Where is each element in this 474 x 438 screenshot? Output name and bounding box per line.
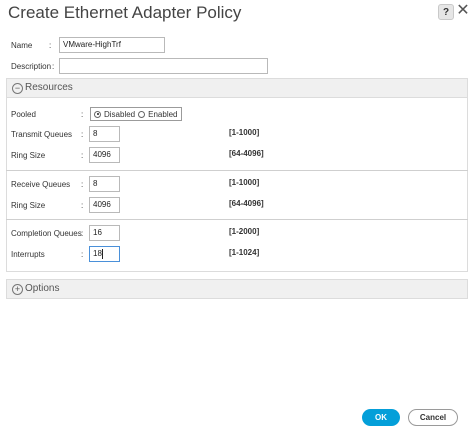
- description-input[interactable]: [59, 58, 268, 74]
- expand-icon: +: [12, 284, 23, 295]
- name-colon: :: [49, 41, 52, 50]
- interrupts-label: Interrupts: [11, 250, 45, 259]
- transmit-queues-input[interactable]: 8: [89, 126, 120, 142]
- description-colon: :: [52, 62, 55, 71]
- transmit-queues-colon: :: [81, 130, 84, 139]
- radio-disabled[interactable]: [94, 110, 101, 118]
- completion-queues-range: [1-2000]: [229, 227, 260, 236]
- pooled-radio-group: Disabled Enabled: [90, 107, 182, 121]
- options-title: Options: [25, 283, 60, 294]
- interrupts-colon: :: [81, 250, 84, 259]
- rx-ring-size-colon: :: [81, 201, 84, 210]
- pooled-label: Pooled: [11, 110, 36, 119]
- text-caret: [101, 248, 103, 259]
- radio-disabled-label[interactable]: Disabled: [104, 110, 135, 119]
- cancel-button[interactable]: Cancel: [408, 409, 458, 426]
- receive-queues-colon: :: [81, 180, 84, 189]
- radio-enabled-label[interactable]: Enabled: [148, 110, 177, 119]
- receive-queues-range: [1-1000]: [229, 178, 260, 187]
- completion-queues-colon: :: [81, 229, 84, 238]
- options-section-header[interactable]: + Options: [6, 279, 468, 299]
- help-icon[interactable]: ?: [438, 4, 454, 20]
- resources-title: Resources: [25, 82, 73, 93]
- transmit-queues-range: [1-1000]: [229, 128, 260, 137]
- rx-ring-size-input[interactable]: 4096: [89, 197, 120, 213]
- rx-ring-size-label: Ring Size: [11, 201, 46, 210]
- close-icon[interactable]: ✕: [456, 3, 470, 19]
- pooled-colon: :: [81, 110, 84, 119]
- tx-ring-size-colon: :: [81, 151, 84, 160]
- tx-ring-size-range: [64-4096]: [229, 149, 264, 158]
- receive-queues-input[interactable]: 8: [89, 176, 120, 192]
- interrupts-range: [1-1024]: [229, 248, 260, 257]
- completion-queues-label: Completion Queues: [11, 229, 82, 238]
- completion-queues-input[interactable]: 16: [89, 225, 120, 241]
- resources-section-header[interactable]: − Resources: [6, 78, 468, 98]
- collapse-icon: −: [12, 83, 23, 94]
- tx-ring-size-input[interactable]: 4096: [89, 147, 120, 163]
- name-label: Name: [11, 41, 33, 50]
- ok-button[interactable]: OK: [362, 409, 400, 426]
- receive-queues-label: Receive Queues: [11, 180, 71, 189]
- description-label: Description: [11, 62, 52, 71]
- dialog-title: Create Ethernet Adapter Policy: [8, 3, 242, 22]
- transmit-queues-label: Transmit Queues: [11, 130, 73, 139]
- tx-ring-size-label: Ring Size: [11, 151, 46, 160]
- interrupts-input[interactable]: 18: [89, 246, 120, 262]
- interrupts-value: 18: [93, 249, 102, 258]
- name-input[interactable]: VMware-HighTrf: [59, 37, 165, 53]
- rx-ring-size-range: [64-4096]: [229, 199, 264, 208]
- radio-enabled[interactable]: [138, 110, 146, 118]
- divider: [6, 219, 468, 220]
- divider: [6, 170, 468, 171]
